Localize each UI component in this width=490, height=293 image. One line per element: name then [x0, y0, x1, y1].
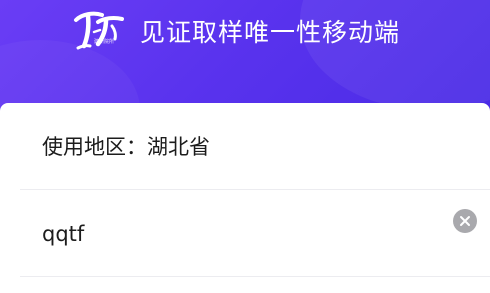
clear-icon: [460, 216, 470, 226]
region-label: 使用地区：: [42, 135, 147, 159]
region-row[interactable]: 使用地区：湖北省: [20, 103, 490, 190]
region-field: 使用地区：湖北省: [42, 132, 210, 162]
logo-caption: 建研院所: [94, 39, 115, 45]
app-title: 见证取样唯一性移动端: [140, 18, 401, 47]
code-input-row: [20, 190, 490, 277]
code-input[interactable]: [42, 218, 422, 250]
app-header: 建研院所 见证取样唯一性移动端: [0, 0, 490, 112]
company-logo-icon: [74, 11, 124, 50]
clear-button[interactable]: [453, 209, 477, 233]
region-value: 湖北省: [147, 135, 210, 159]
form-card: 使用地区：湖北省: [0, 103, 490, 293]
